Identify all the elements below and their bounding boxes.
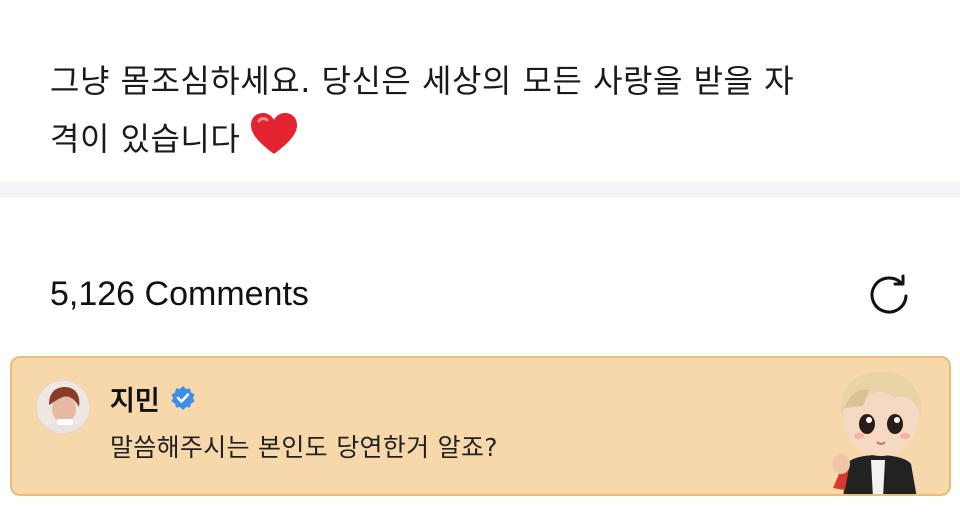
refresh-button[interactable] <box>864 269 914 319</box>
post-text-line-2: 격이 있습니다 <box>50 110 910 174</box>
featured-comment[interactable]: 지민 말씀해주시는 본인도 당연한거 알죠? <box>10 356 951 496</box>
heart-icon <box>250 112 298 174</box>
comment-text: 말씀해주시는 본인도 당연한거 알죠? <box>110 433 498 462</box>
comment-author-name[interactable]: 지민 <box>110 379 160 418</box>
character-sticker <box>825 364 931 494</box>
verified-badge-icon <box>170 385 196 411</box>
post-text-line-1: 그냥 몸조심하세요. 당신은 세상의 모든 사랑을 받을 자 <box>50 62 795 100</box>
avatar[interactable] <box>36 380 90 434</box>
comments-count: 5,126 Comments <box>50 274 309 313</box>
section-divider <box>0 182 960 198</box>
post-body: 그냥 몸조심하세요. 당신은 세상의 모든 사랑을 받을 자 격이 있습니다 <box>50 52 910 174</box>
comments-header: 5,126 Comments <box>50 272 910 316</box>
refresh-icon <box>870 274 908 314</box>
post-text-line-2-text: 격이 있습니다 <box>50 120 241 158</box>
comment-author-row: 지민 <box>110 379 196 418</box>
